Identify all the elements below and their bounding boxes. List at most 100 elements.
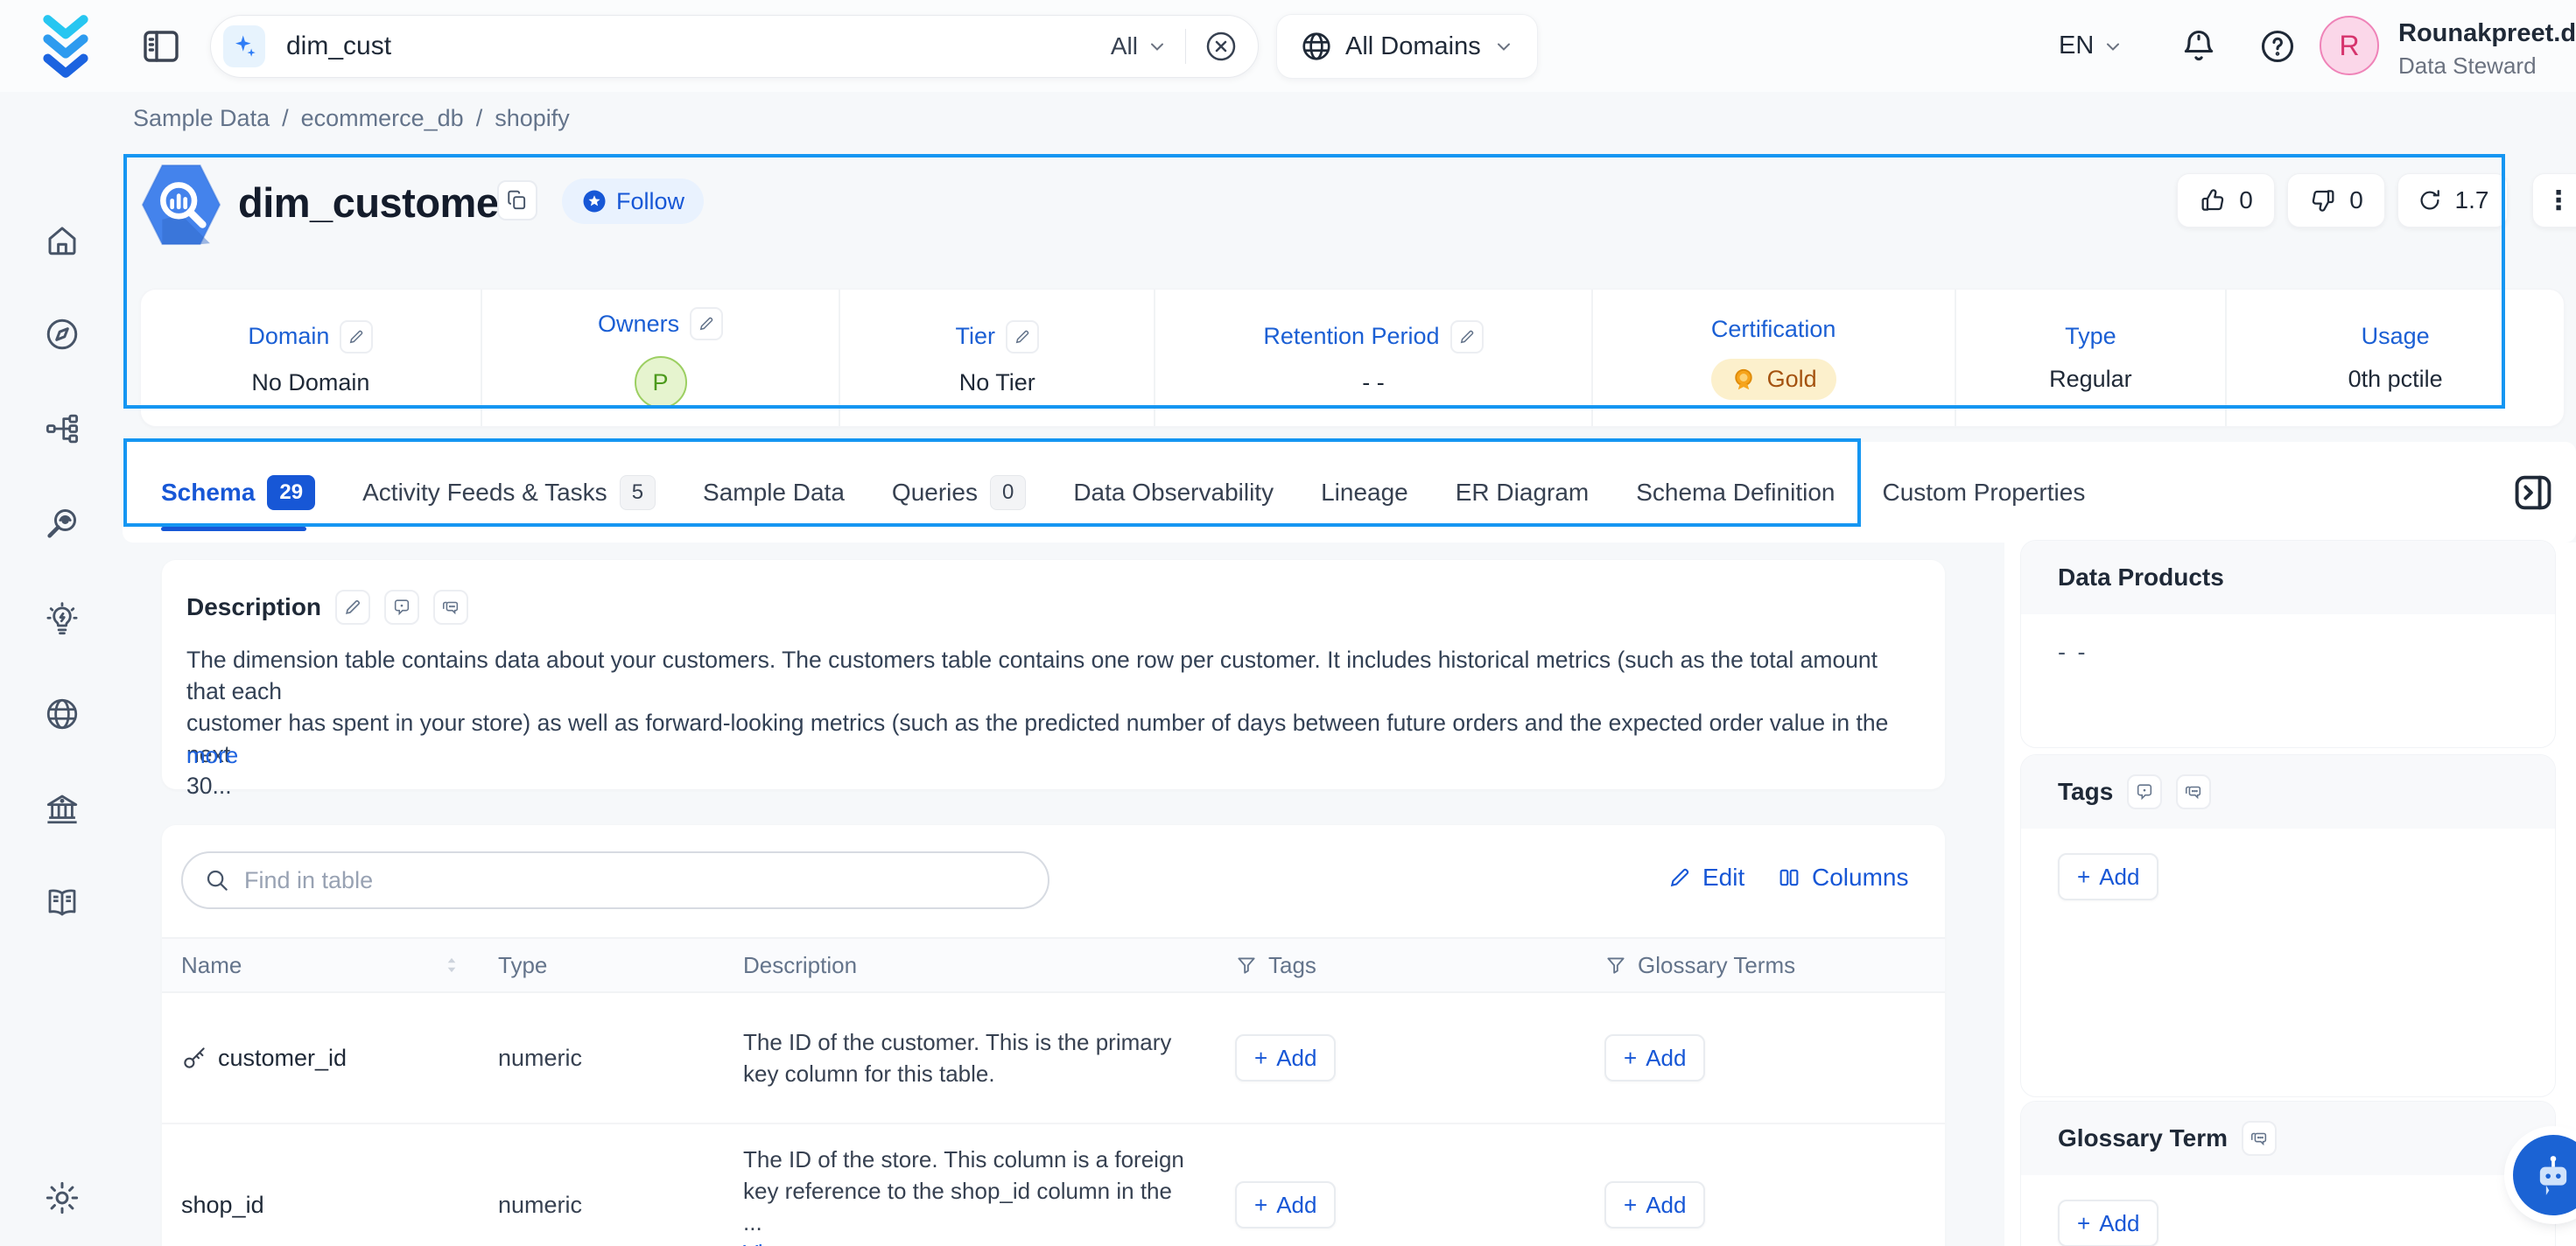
- edit-owners-button[interactable]: [690, 307, 723, 340]
- language-dropdown[interactable]: EN: [2059, 0, 2123, 92]
- follow-button[interactable]: Follow: [562, 178, 704, 224]
- tab-label: Schema: [161, 479, 255, 507]
- search-scope-dropdown[interactable]: All: [1111, 32, 1168, 60]
- kebab-menu-button[interactable]: ⋮: [2532, 173, 2576, 228]
- add-tag-button[interactable]: +Add: [2058, 853, 2158, 900]
- sort-icon[interactable]: [440, 954, 463, 976]
- tab-label: Queries: [892, 479, 978, 507]
- tab-activity-feeds[interactable]: Activity Feeds & Tasks5: [362, 475, 656, 510]
- edit-description-button[interactable]: [335, 590, 370, 625]
- app-logo[interactable]: [30, 10, 102, 82]
- view-more-link[interactable]: View more: [743, 1240, 850, 1246]
- downvote-count: 0: [2349, 186, 2363, 214]
- edit-retention-button[interactable]: [1450, 320, 1484, 354]
- global-search-bar[interactable]: All: [210, 15, 1259, 78]
- entity-title: dim_customer: [238, 178, 514, 227]
- settings-gear-icon[interactable]: [44, 1180, 81, 1216]
- insights-bulb-icon[interactable]: [44, 601, 81, 638]
- request-description-button[interactable]: [384, 590, 419, 625]
- sidebar-toggle-icon[interactable]: [140, 25, 182, 67]
- add-glossary-term-button[interactable]: +Add: [2058, 1200, 2158, 1246]
- search-icon: [204, 867, 230, 893]
- metadata-retention: Retention Period - -: [1155, 290, 1593, 426]
- follow-star-icon: [581, 188, 607, 214]
- divider: [1185, 29, 1186, 64]
- owner-avatar[interactable]: P: [635, 356, 687, 409]
- header-name[interactable]: Name: [162, 952, 479, 979]
- find-in-table[interactable]: [181, 851, 1049, 909]
- observability-icon[interactable]: [44, 505, 81, 542]
- breadcrumb-item[interactable]: ecommerce_db: [301, 105, 464, 132]
- explore-compass-icon[interactable]: [44, 316, 81, 353]
- clear-search-icon[interactable]: [1204, 29, 1239, 64]
- user-avatar[interactable]: R: [2320, 16, 2379, 75]
- downvote-button[interactable]: 0: [2287, 173, 2385, 228]
- tab-sample-data[interactable]: Sample Data: [703, 479, 845, 507]
- help-icon[interactable]: [2258, 27, 2297, 66]
- tab-data-observability[interactable]: Data Observability: [1073, 479, 1274, 507]
- domain-label: Domain: [248, 323, 329, 350]
- conversation-icon: [2184, 782, 2203, 802]
- tab-label: Custom Properties: [1882, 479, 2085, 507]
- add-glossary-term-button[interactable]: +Add: [1604, 1034, 1705, 1082]
- lineage-nodes-icon[interactable]: [44, 410, 81, 447]
- breadcrumb: Sample Data / ecommerce_db / shopify: [133, 105, 570, 132]
- glossary-book-icon[interactable]: [44, 884, 81, 920]
- add-tag-button[interactable]: +Add: [1235, 1181, 1336, 1228]
- globe-icon: [1300, 30, 1333, 63]
- upvote-button[interactable]: 0: [2177, 173, 2275, 228]
- tab-count-badge: 29: [267, 475, 315, 510]
- tags-conversation-button[interactable]: [2176, 774, 2211, 809]
- tab-custom-properties[interactable]: Custom Properties: [1882, 479, 2085, 507]
- find-in-table-input[interactable]: [244, 867, 1027, 894]
- plus-icon: +: [2077, 864, 2090, 891]
- columns-button[interactable]: Columns: [1777, 864, 1908, 892]
- edit-domain-button[interactable]: [340, 320, 373, 354]
- column-name-cell[interactable]: customer_id: [162, 993, 479, 1123]
- thumbs-up-icon: [2199, 186, 2227, 214]
- home-icon[interactable]: [44, 221, 81, 258]
- request-tags-button[interactable]: [2127, 774, 2162, 809]
- all-domains-dropdown[interactable]: All Domains: [1276, 14, 1538, 79]
- filter-funnel-icon[interactable]: [1604, 954, 1627, 976]
- collapse-right-panel-button[interactable]: [2510, 470, 2556, 515]
- glossary-conversation-button[interactable]: [2242, 1121, 2277, 1156]
- filter-funnel-icon[interactable]: [1235, 954, 1258, 976]
- tab-label: Schema Definition: [1636, 479, 1835, 507]
- breadcrumb-item[interactable]: Sample Data: [133, 105, 270, 132]
- version-button[interactable]: 1.7: [2397, 173, 2508, 228]
- tab-lineage[interactable]: Lineage: [1321, 479, 1408, 507]
- tab-schema-definition[interactable]: Schema Definition: [1636, 479, 1835, 507]
- user-role: Data Steward: [2398, 52, 2537, 80]
- copy-name-button[interactable]: [497, 180, 537, 220]
- notifications-bell-icon[interactable]: [2179, 27, 2218, 66]
- column-name-cell[interactable]: shop_id: [162, 1124, 479, 1246]
- breadcrumb-item[interactable]: shopify: [495, 105, 570, 132]
- certification-label: Certification: [1711, 316, 1836, 343]
- tab-queries[interactable]: Queries0: [892, 475, 1026, 510]
- search-scope-label: All: [1111, 32, 1138, 60]
- top-bar: All All Domains EN R Rounakpreet.d Data …: [0, 0, 2576, 92]
- plus-icon: +: [1254, 1192, 1267, 1219]
- governance-bank-icon[interactable]: [44, 790, 81, 827]
- copy-icon: [506, 189, 529, 212]
- description-more-link[interactable]: more: [186, 742, 238, 769]
- column-description: The ID of the customer. This is the prim…: [743, 1026, 1216, 1089]
- certification-value: Gold: [1767, 366, 1817, 393]
- add-glossary-term-button[interactable]: +Add: [1604, 1181, 1705, 1228]
- certification-badge: Gold: [1711, 359, 1836, 400]
- description-conversation-button[interactable]: [433, 590, 468, 625]
- usage-label: Usage: [2362, 323, 2430, 350]
- search-input[interactable]: [286, 32, 1111, 61]
- left-nav-rail: [0, 92, 123, 1246]
- tab-er-diagram[interactable]: ER Diagram: [1456, 479, 1589, 507]
- metadata-certification: Certification Gold: [1593, 290, 1956, 426]
- edit-tier-button[interactable]: [1006, 320, 1039, 354]
- conversation-icon: [441, 598, 460, 617]
- add-tag-button[interactable]: +Add: [1235, 1034, 1336, 1082]
- tab-schema[interactable]: Schema 29: [161, 475, 315, 510]
- schema-table-card: Edit Columns Name Type Description Tags …: [162, 825, 1945, 1246]
- edit-table-button[interactable]: Edit: [1667, 864, 1744, 892]
- chevron-down-icon: [2102, 36, 2123, 57]
- domains-globe-icon[interactable]: [44, 696, 81, 732]
